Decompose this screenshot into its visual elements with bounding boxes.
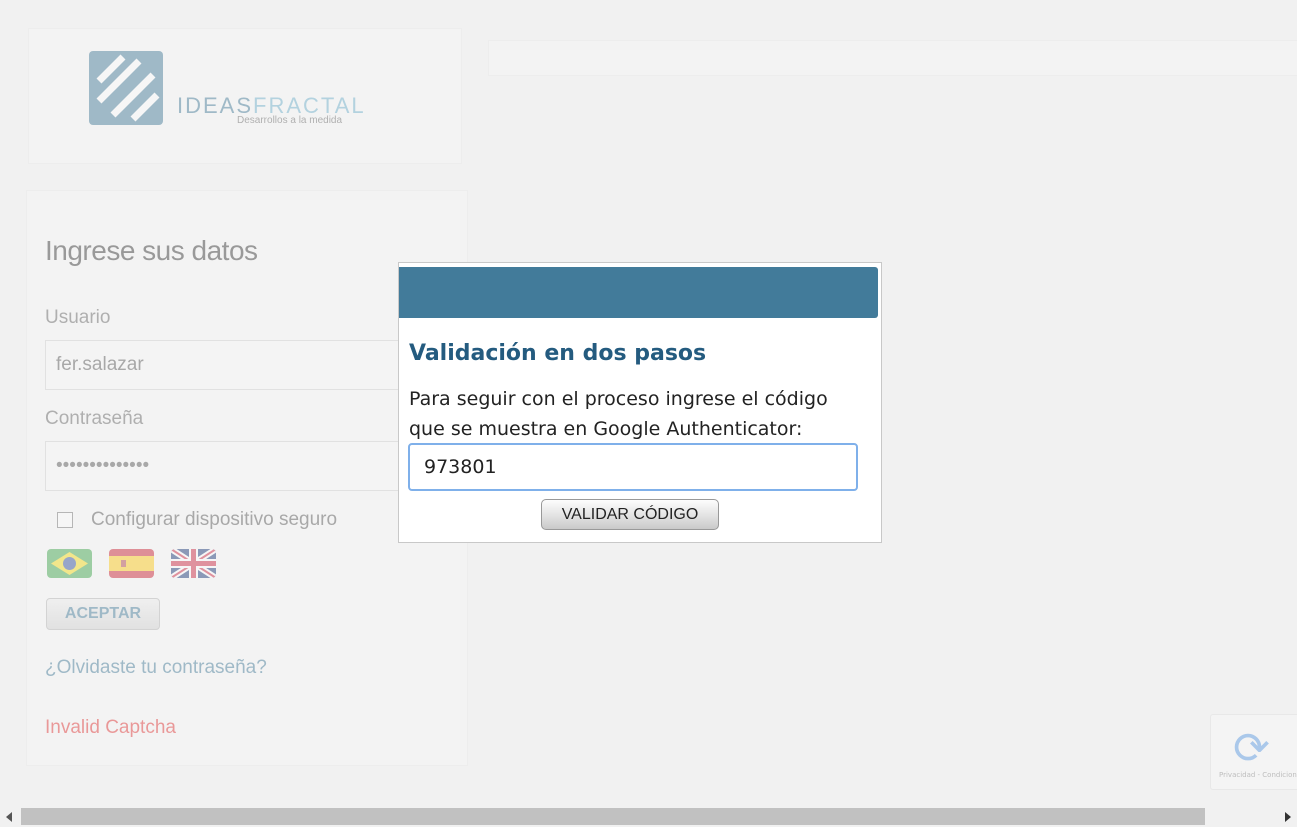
secure-device-label: Configurar dispositivo seguro (91, 509, 338, 530)
logo-panel: IDEASFRACTAL Desarrollos a la medida (28, 28, 462, 164)
secure-device-row: Configurar dispositivo seguro (57, 509, 337, 531)
brand-tagline: Desarrollos a la medida (237, 115, 343, 126)
password-label: Contraseña (45, 408, 144, 429)
validate-code-button[interactable]: VALIDAR CÓDIGO (541, 499, 719, 530)
accept-button[interactable]: ACEPTAR (46, 598, 160, 630)
modal-instructions: Para seguir con el proceso ingrese el có… (409, 388, 828, 440)
secure-device-checkbox[interactable] (57, 512, 73, 528)
recaptcha-icon: ⟳ (1233, 723, 1270, 774)
modal-title: Validación en dos pasos (409, 341, 707, 366)
forgot-password-link[interactable]: ¿Olvidaste tu contraseña? (45, 657, 267, 679)
form-title: Ingrese sus datos (45, 235, 258, 266)
horizontal-scrollbar[interactable] (0, 807, 1297, 827)
recaptcha-footer[interactable]: Privacidad - Condiciones (1219, 771, 1297, 779)
auth-code-input[interactable] (408, 443, 858, 491)
brazil-flag-icon[interactable] (47, 549, 92, 578)
user-field[interactable]: fer.salazar (45, 340, 425, 390)
two-step-modal: Validación en dos pasos Para seguir con … (398, 262, 882, 543)
password-field[interactable]: •••••••••••••• (45, 441, 425, 491)
scroll-left-icon[interactable] (6, 812, 12, 822)
top-bar (488, 40, 1297, 76)
scroll-right-icon[interactable] (1285, 812, 1291, 822)
language-selector (47, 549, 216, 578)
scrollbar-thumb[interactable] (21, 808, 1205, 825)
recaptcha-badge[interactable]: ⟳ Privacidad - Condiciones (1210, 714, 1297, 790)
captcha-error: Invalid Captcha (45, 717, 176, 738)
uk-flag-icon[interactable] (171, 549, 216, 578)
modal-header[interactable] (399, 267, 878, 318)
fractal-logo-icon (89, 51, 163, 125)
user-label: Usuario (45, 307, 111, 328)
spain-flag-icon[interactable] (109, 549, 154, 578)
